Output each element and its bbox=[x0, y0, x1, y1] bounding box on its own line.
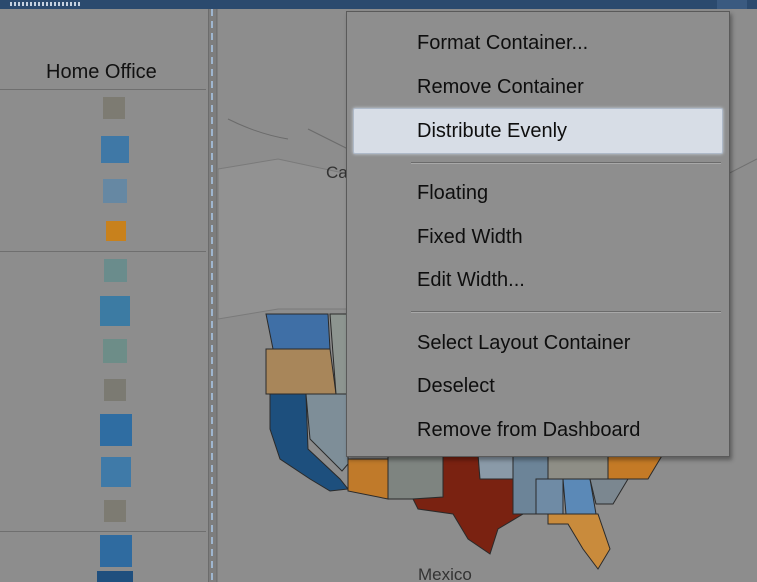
container-border bbox=[211, 9, 213, 582]
menu-item-floating[interactable]: Floating bbox=[417, 182, 488, 205]
state-washington[interactable] bbox=[265, 313, 331, 355]
state-oregon[interactable] bbox=[265, 348, 337, 395]
menu-separator bbox=[411, 311, 721, 313]
menu-item-remove-from-dashboard[interactable]: Remove from Dashboard bbox=[417, 419, 640, 442]
map-label-canada: Ca bbox=[326, 163, 348, 182]
menu-item-edit-width[interactable]: Edit Width... bbox=[417, 269, 525, 292]
menu-item-distribute-evenly[interactable]: Distribute Evenly bbox=[417, 120, 567, 143]
legend-swatch[interactable] bbox=[104, 379, 126, 401]
menu-item-format-container[interactable]: Format Container... bbox=[417, 32, 588, 55]
container-border-line bbox=[216, 9, 217, 582]
legend-title: Home Office bbox=[46, 61, 157, 83]
legend-swatch[interactable] bbox=[106, 221, 126, 241]
legend-swatch[interactable] bbox=[103, 339, 127, 363]
legend-swatch[interactable] bbox=[101, 457, 131, 487]
map-label-mexico: Mexico bbox=[418, 565, 472, 582]
menu-item-select-layout-container[interactable]: Select Layout Container bbox=[417, 332, 630, 355]
legend-header: Home Office bbox=[0, 9, 206, 90]
legend-swatch[interactable] bbox=[97, 571, 133, 582]
legend-swatch[interactable] bbox=[100, 414, 132, 446]
legend-panel: Home Office bbox=[0, 9, 209, 582]
legend-swatch[interactable] bbox=[104, 500, 126, 522]
legend-divider bbox=[0, 531, 206, 532]
drag-grip-icon[interactable] bbox=[10, 2, 80, 6]
window-top-bar bbox=[0, 0, 757, 9]
menu-item-fixed-width[interactable]: Fixed Width bbox=[417, 226, 523, 249]
legend-swatch[interactable] bbox=[100, 535, 132, 567]
legend-swatch[interactable] bbox=[104, 259, 127, 282]
menu-separator bbox=[411, 162, 721, 164]
menu-item-remove-container[interactable]: Remove Container bbox=[417, 76, 584, 99]
context-menu: Format Container... Remove Container Dis… bbox=[346, 11, 730, 457]
legend-swatch[interactable] bbox=[103, 179, 127, 203]
legend-divider bbox=[0, 251, 206, 252]
legend-swatch[interactable] bbox=[101, 136, 129, 163]
menu-item-deselect[interactable]: Deselect bbox=[417, 375, 495, 398]
legend-swatch[interactable] bbox=[100, 296, 130, 326]
container-handle-icon[interactable] bbox=[717, 0, 747, 9]
legend-swatch[interactable] bbox=[103, 97, 125, 119]
